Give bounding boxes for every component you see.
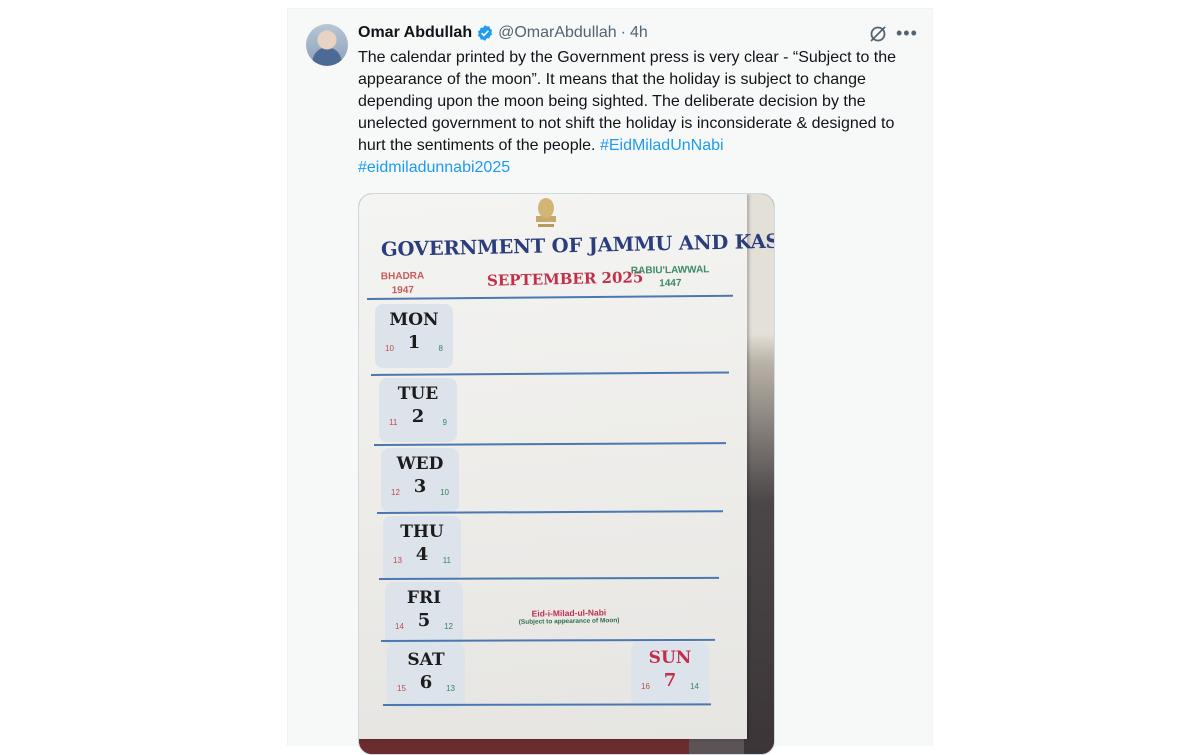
right-era-date: 8 [438,344,443,353]
calendar-title: GOVERNMENT OF JAMMU AND KASHMIR [380,228,774,261]
left-era-date: 11 [389,418,398,427]
day-name: SAT [407,650,445,670]
right-era: RABIU'LAWWAL 1447 [631,263,710,290]
tweet-card[interactable]: Omar Abdullah @OmarAbdullah · 4h ••• The… [287,8,933,755]
day-cell: FRI 5 14 12 [385,582,463,646]
right-era-name: RABIU'LAWWAL [630,264,710,277]
holiday-condition: (Subject to appearance of Moon) [518,617,620,626]
more-options-icon[interactable]: ••• [896,23,918,43]
right-era-date: 12 [444,622,453,631]
left-era-date: 16 [641,682,650,691]
left-era-date: 10 [385,344,394,353]
tweet-header: Omar Abdullah @OmarAbdullah · 4h [358,23,648,43]
left-era-name: BHADRA [380,270,425,283]
row-divider [378,576,720,580]
tweet-timestamp[interactable]: 4h [630,24,648,42]
day-cell: MON 1 10 8 [375,304,453,368]
right-era-date: 11 [442,556,451,565]
hashtag-link[interactable]: #eidmiladunnabi2025 [358,159,510,176]
author-name[interactable]: Omar Abdullah [358,24,472,42]
state-emblem-icon [536,198,556,227]
tweet-text: The calendar printed by the Government p… [358,47,923,179]
left-era: BHADRA 1947 [381,270,425,299]
right-era-date: 9 [442,418,447,427]
sunday-cell: SUN 7 16 14 [631,642,709,706]
day-cell: TUE 2 11 9 [379,378,457,442]
day-cell: WED 3 12 10 [381,448,459,512]
separator-dot: · [620,24,626,41]
row-divider [370,371,729,376]
right-era-year: 1447 [659,277,682,290]
calendar-month: SEPTEMBER 2025 [486,268,644,290]
left-era-year: 1947 [391,284,415,297]
left-era-date: 15 [397,684,406,693]
left-era-date: 12 [391,488,400,497]
day-name: TUE [397,384,439,404]
photo-background [744,194,774,754]
hashtag-link[interactable]: #EidMiladUnNabi [600,137,724,154]
grok-icon[interactable] [868,24,888,44]
day-name: WED [396,454,444,474]
left-era-date: 14 [395,622,404,631]
row-divider [373,442,726,446]
right-era-date: 13 [446,684,455,693]
right-era-date: 14 [690,682,699,691]
day-name: SUN [648,648,692,668]
day-cell: THU 4 13 11 [383,516,461,580]
tweet-photo[interactable]: GOVERNMENT OF JAMMU AND KASHMIR BHADRA 1… [358,193,775,755]
day-cell: SAT 6 15 13 [387,644,465,708]
avatar[interactable] [306,24,348,66]
day-name: FRI [406,588,442,608]
verified-badge-icon [478,25,493,41]
day-name: THU [400,522,444,542]
author-handle[interactable]: @OmarAbdullah [498,24,617,42]
right-era-date: 10 [440,488,449,497]
day-name: MON [389,310,439,330]
left-era-date: 13 [393,556,402,565]
holiday-note: Eid-i-Milad-ul-Nabi (Subject to appearan… [509,607,629,626]
calendar-page: GOVERNMENT OF JAMMU AND KASHMIR BHADRA 1… [359,194,774,739]
